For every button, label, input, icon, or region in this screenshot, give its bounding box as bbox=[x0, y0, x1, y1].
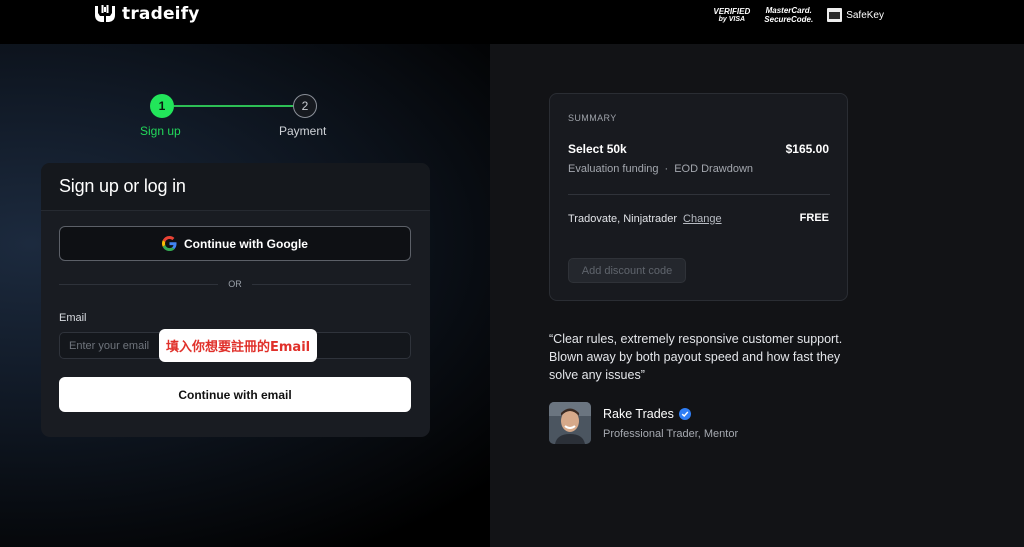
plan-price: $165.00 bbox=[785, 142, 829, 156]
auth-title: Sign up or log in bbox=[59, 176, 186, 196]
brand-logo[interactable]: tradeify bbox=[93, 4, 200, 24]
step-connector bbox=[174, 105, 293, 107]
platform-price: FREE bbox=[799, 212, 829, 224]
summary-caption: SUMMARY bbox=[568, 113, 617, 123]
step-2-indicator: 2 bbox=[293, 94, 317, 118]
mc-line1: MasterCard. bbox=[765, 6, 812, 15]
annotation-callout: 填入你想要註冊的Email bbox=[159, 329, 318, 362]
author-name-row: Rake Trades bbox=[603, 407, 691, 421]
author-role: Professional Trader, Mentor bbox=[603, 428, 739, 440]
testimonial-quote: “Clear rules, extremely responsive custo… bbox=[549, 332, 843, 382]
mastercard-securecode-badge: MasterCard. SecureCode. bbox=[764, 6, 813, 24]
avatar bbox=[549, 402, 591, 444]
verified-by-visa-badge: VERIFIED by VISA bbox=[713, 7, 750, 23]
or-label: OR bbox=[228, 279, 242, 289]
visa-line2: by VISA bbox=[718, 16, 746, 23]
visa-line1: VERIFIED bbox=[713, 7, 751, 16]
auth-card-header: Sign up or log in bbox=[41, 163, 430, 211]
drawdown-type: EOD Drawdown bbox=[674, 163, 754, 175]
continue-with-google-button[interactable]: Continue with Google bbox=[59, 226, 411, 261]
funding-type: Evaluation funding bbox=[568, 163, 659, 175]
amex-safekey-badge: SafeKey bbox=[827, 8, 884, 22]
divider-line-left bbox=[59, 283, 219, 285]
verified-check-icon bbox=[678, 408, 691, 420]
plan-details: Evaluation funding · EOD Drawdown bbox=[568, 163, 753, 175]
google-button-label: Continue with Google bbox=[184, 236, 308, 251]
platform-names: Tradovate, Ninjatrader bbox=[568, 213, 678, 225]
avatar-image bbox=[549, 402, 591, 444]
google-icon bbox=[162, 236, 177, 251]
author-name: Rake Trades bbox=[603, 407, 674, 421]
auth-card: Sign up or log in Continue with Google O… bbox=[41, 163, 430, 437]
add-discount-code-button[interactable]: Add discount code bbox=[568, 258, 686, 283]
amex-card-icon bbox=[827, 8, 843, 22]
hands-logo-icon bbox=[95, 5, 115, 22]
safekey-label: SafeKey bbox=[846, 9, 884, 21]
or-divider: OR bbox=[59, 279, 411, 289]
progress-stepper: 1 2 Sign up Payment bbox=[140, 94, 340, 144]
plan-name: Select 50k bbox=[568, 142, 627, 156]
step-1-label: Sign up bbox=[140, 124, 181, 138]
email-label: Email bbox=[59, 312, 87, 324]
order-summary-card: SUMMARY Select 50k $165.00 Evaluation fu… bbox=[549, 93, 848, 301]
top-bar: tradeify VERIFIED by VISA MasterCard. Se… bbox=[0, 0, 1024, 44]
platform-row: Tradovate, Ninjatrader Change bbox=[568, 213, 722, 225]
divider-line-right bbox=[251, 283, 411, 285]
step-1-indicator: 1 bbox=[150, 94, 174, 118]
detail-separator: · bbox=[664, 163, 669, 175]
change-platform-link[interactable]: Change bbox=[683, 213, 722, 225]
summary-divider bbox=[568, 194, 830, 195]
brand-name: tradeify bbox=[122, 4, 200, 24]
continue-with-email-button[interactable]: Continue with email bbox=[59, 377, 411, 412]
step-2-label: Payment bbox=[279, 124, 327, 138]
mc-line2: SecureCode. bbox=[764, 15, 814, 24]
security-badges: VERIFIED by VISA MasterCard. SecureCode.… bbox=[713, 6, 884, 24]
